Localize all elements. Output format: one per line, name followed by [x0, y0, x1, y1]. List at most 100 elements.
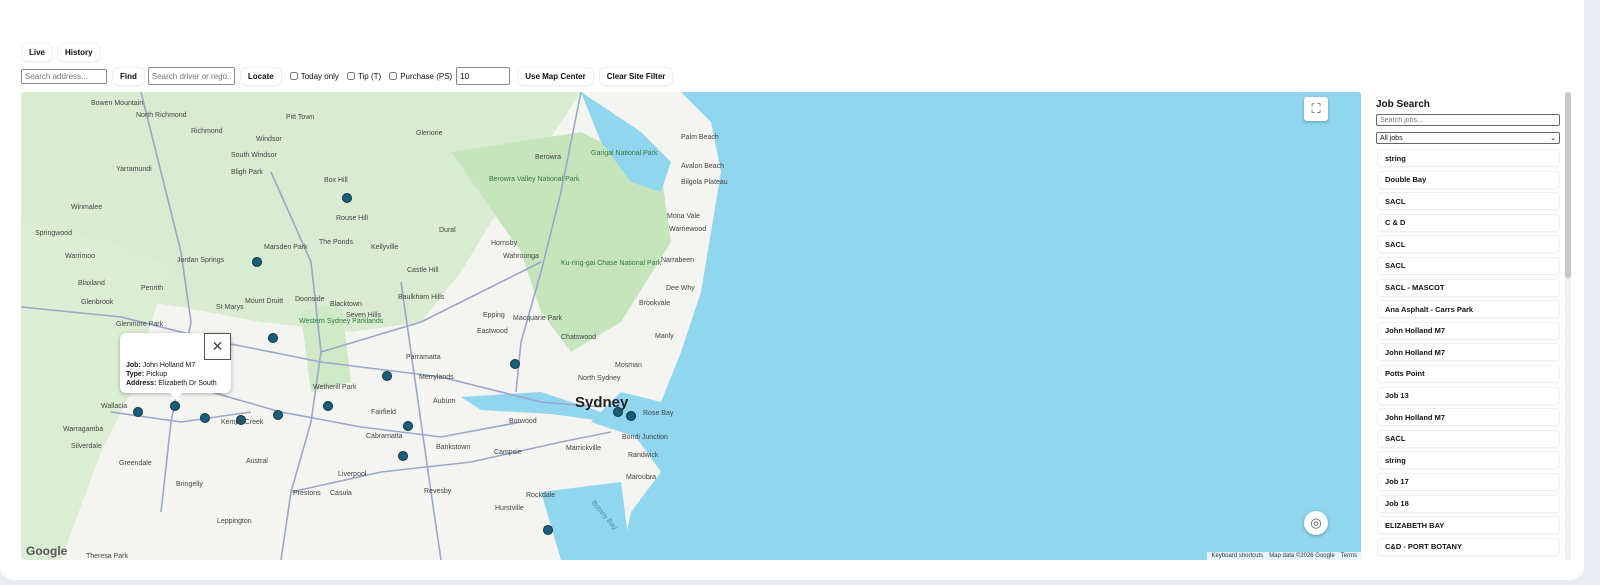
place-label: Parramatta: [406, 354, 441, 361]
job-marker[interactable]: [170, 401, 180, 411]
locate-button[interactable]: Locate: [239, 66, 282, 86]
place-label: Mona Vale: [667, 213, 700, 220]
close-icon[interactable]: ✕: [204, 333, 231, 360]
job-marker[interactable]: [626, 411, 636, 421]
job-marker[interactable]: [398, 451, 408, 461]
place-label: Sydney: [575, 394, 629, 411]
use-map-center-button[interactable]: Use Map Center: [517, 66, 594, 86]
place-label: Rouse Hill: [336, 215, 368, 222]
filter-controls: Find Locate Today only Tip (T) Purchase …: [21, 66, 674, 86]
place-label: Castle Hill: [407, 267, 439, 274]
job-search-panel: Job Search All jobs ⌄ string Double Bay SA…: [1372, 92, 1572, 560]
popup-type-value: Pickup: [146, 371, 168, 378]
job-list-item[interactable]: Double Bay: [1377, 170, 1560, 189]
tip-checkbox[interactable]: [346, 72, 355, 80]
place-label: Penrith: [141, 285, 164, 292]
place-label: Warriewood: [669, 226, 707, 233]
job-marker[interactable]: [252, 257, 262, 267]
recenter-icon[interactable]: ◎: [1304, 511, 1328, 535]
place-label: Bowen Mountain: [91, 100, 144, 107]
place-label: Wetherill Park: [313, 384, 357, 391]
popup-job-label: Job:: [126, 362, 141, 369]
job-marker[interactable]: [382, 371, 392, 381]
job-list-item[interactable]: Job 18: [1377, 494, 1560, 513]
job-info-popup: ✕ Job: John Holland M7 Type: Pickup Addr…: [120, 333, 231, 400]
job-list-item[interactable]: Potts Point: [1377, 364, 1560, 383]
place-label: Glenmore Park: [116, 321, 164, 328]
place-label: Berowra Valley National Park: [489, 176, 580, 183]
job-list-item[interactable]: SACL: [1377, 192, 1560, 211]
job-list-item[interactable]: John Holland M7: [1377, 408, 1560, 427]
place-label: Manly: [655, 333, 674, 340]
popup-address-label: Address:: [126, 380, 157, 387]
job-list-item[interactable]: John Holland M7: [1377, 321, 1560, 340]
place-label: South Windsor: [231, 152, 277, 159]
keyboard-shortcuts-link[interactable]: Keyboard shortcuts: [1211, 553, 1263, 559]
job-list-item[interactable]: SACL: [1377, 235, 1560, 254]
history-button[interactable]: History: [57, 43, 101, 62]
job-list-scrollbar[interactable]: [1565, 92, 1571, 560]
job-list-item[interactable]: John Holland M7: [1377, 343, 1560, 362]
job-list-item[interactable]: SACL - MASCOT: [1377, 278, 1560, 297]
place-label: Mosman: [615, 362, 642, 369]
job-filter-select[interactable]: All jobs ⌄: [1376, 132, 1560, 144]
scrollbar-thumb[interactable]: [1565, 92, 1571, 278]
purchase-checkbox-group: Purchase (PS): [389, 72, 452, 81]
popup-tail: [170, 393, 182, 400]
live-button[interactable]: Live: [21, 43, 54, 62]
chevron-down-icon: ⌄: [1550, 135, 1556, 142]
place-label: Hornsby: [491, 240, 518, 247]
popup-address-value: Elizabeth Dr South: [158, 380, 217, 387]
job-list-item[interactable]: Ana Asphalt - Carrs Park: [1377, 300, 1560, 319]
job-marker[interactable]: [133, 407, 143, 417]
find-button[interactable]: Find: [112, 66, 145, 86]
place-label: Marrickville: [566, 445, 601, 452]
job-marker[interactable]: [510, 359, 520, 369]
place-label: Garigal National Park: [591, 150, 658, 157]
job-marker[interactable]: [543, 525, 553, 535]
job-list-item[interactable]: Job 13: [1377, 386, 1560, 405]
tip-label: Tip (T): [357, 71, 382, 81]
job-marker[interactable]: [200, 413, 210, 423]
place-label: Liverpool: [338, 471, 367, 478]
fullscreen-icon[interactable]: ⛶: [1304, 97, 1328, 121]
place-label: Warragamba: [63, 426, 104, 433]
place-label: Merrylands: [419, 374, 454, 381]
job-list-item[interactable]: C & D: [1377, 213, 1560, 232]
driver-search-input[interactable]: [147, 67, 235, 85]
job-list-item[interactable]: string: [1377, 149, 1560, 167]
place-label: Brookvale: [639, 300, 671, 307]
job-list-item[interactable]: SACL: [1377, 429, 1560, 448]
place-label: Randwick: [628, 452, 659, 459]
popup-type-label: Type:: [126, 371, 145, 378]
job-marker[interactable]: [342, 193, 352, 203]
place-label: Burwood: [509, 418, 537, 425]
address-search-input[interactable]: [21, 68, 107, 84]
job-marker[interactable]: [273, 410, 283, 420]
job-marker[interactable]: [268, 333, 278, 343]
job-list-item[interactable]: string: [1377, 451, 1560, 470]
place-label: Maroubra: [626, 474, 656, 481]
clear-site-filter-button[interactable]: Clear Site Filter: [598, 66, 674, 86]
radius-input[interactable]: [456, 67, 511, 85]
job-list-item[interactable]: C&D - PORT BOTANY: [1377, 537, 1560, 556]
job-search-input[interactable]: [1376, 114, 1560, 126]
job-list-item[interactable]: SACL: [1377, 256, 1560, 275]
place-label: Campsie: [494, 449, 522, 456]
purchase-checkbox[interactable]: [389, 72, 398, 80]
job-marker[interactable]: [403, 421, 413, 431]
job-list-item[interactable]: ELIZABETH BAY: [1377, 516, 1560, 535]
place-label: Blaxland: [78, 280, 105, 287]
terms-link[interactable]: Terms: [1341, 553, 1357, 559]
place-label: North Sydney: [578, 375, 621, 382]
place-label: Revesby: [424, 488, 452, 495]
place-label: Jordan Springs: [177, 257, 225, 264]
map-view[interactable]: Bowen Mountain North Richmond Richmond Wind…: [21, 92, 1361, 560]
job-marker[interactable]: [323, 401, 333, 411]
today-only-label: Today only: [300, 71, 339, 81]
place-label: Prestons: [293, 490, 321, 497]
job-list-item[interactable]: Job 17: [1377, 472, 1560, 491]
today-only-checkbox[interactable]: [289, 72, 298, 80]
popup-job-value: John Holland M7: [142, 362, 196, 369]
place-label: Bilgola Plateau: [681, 179, 728, 186]
